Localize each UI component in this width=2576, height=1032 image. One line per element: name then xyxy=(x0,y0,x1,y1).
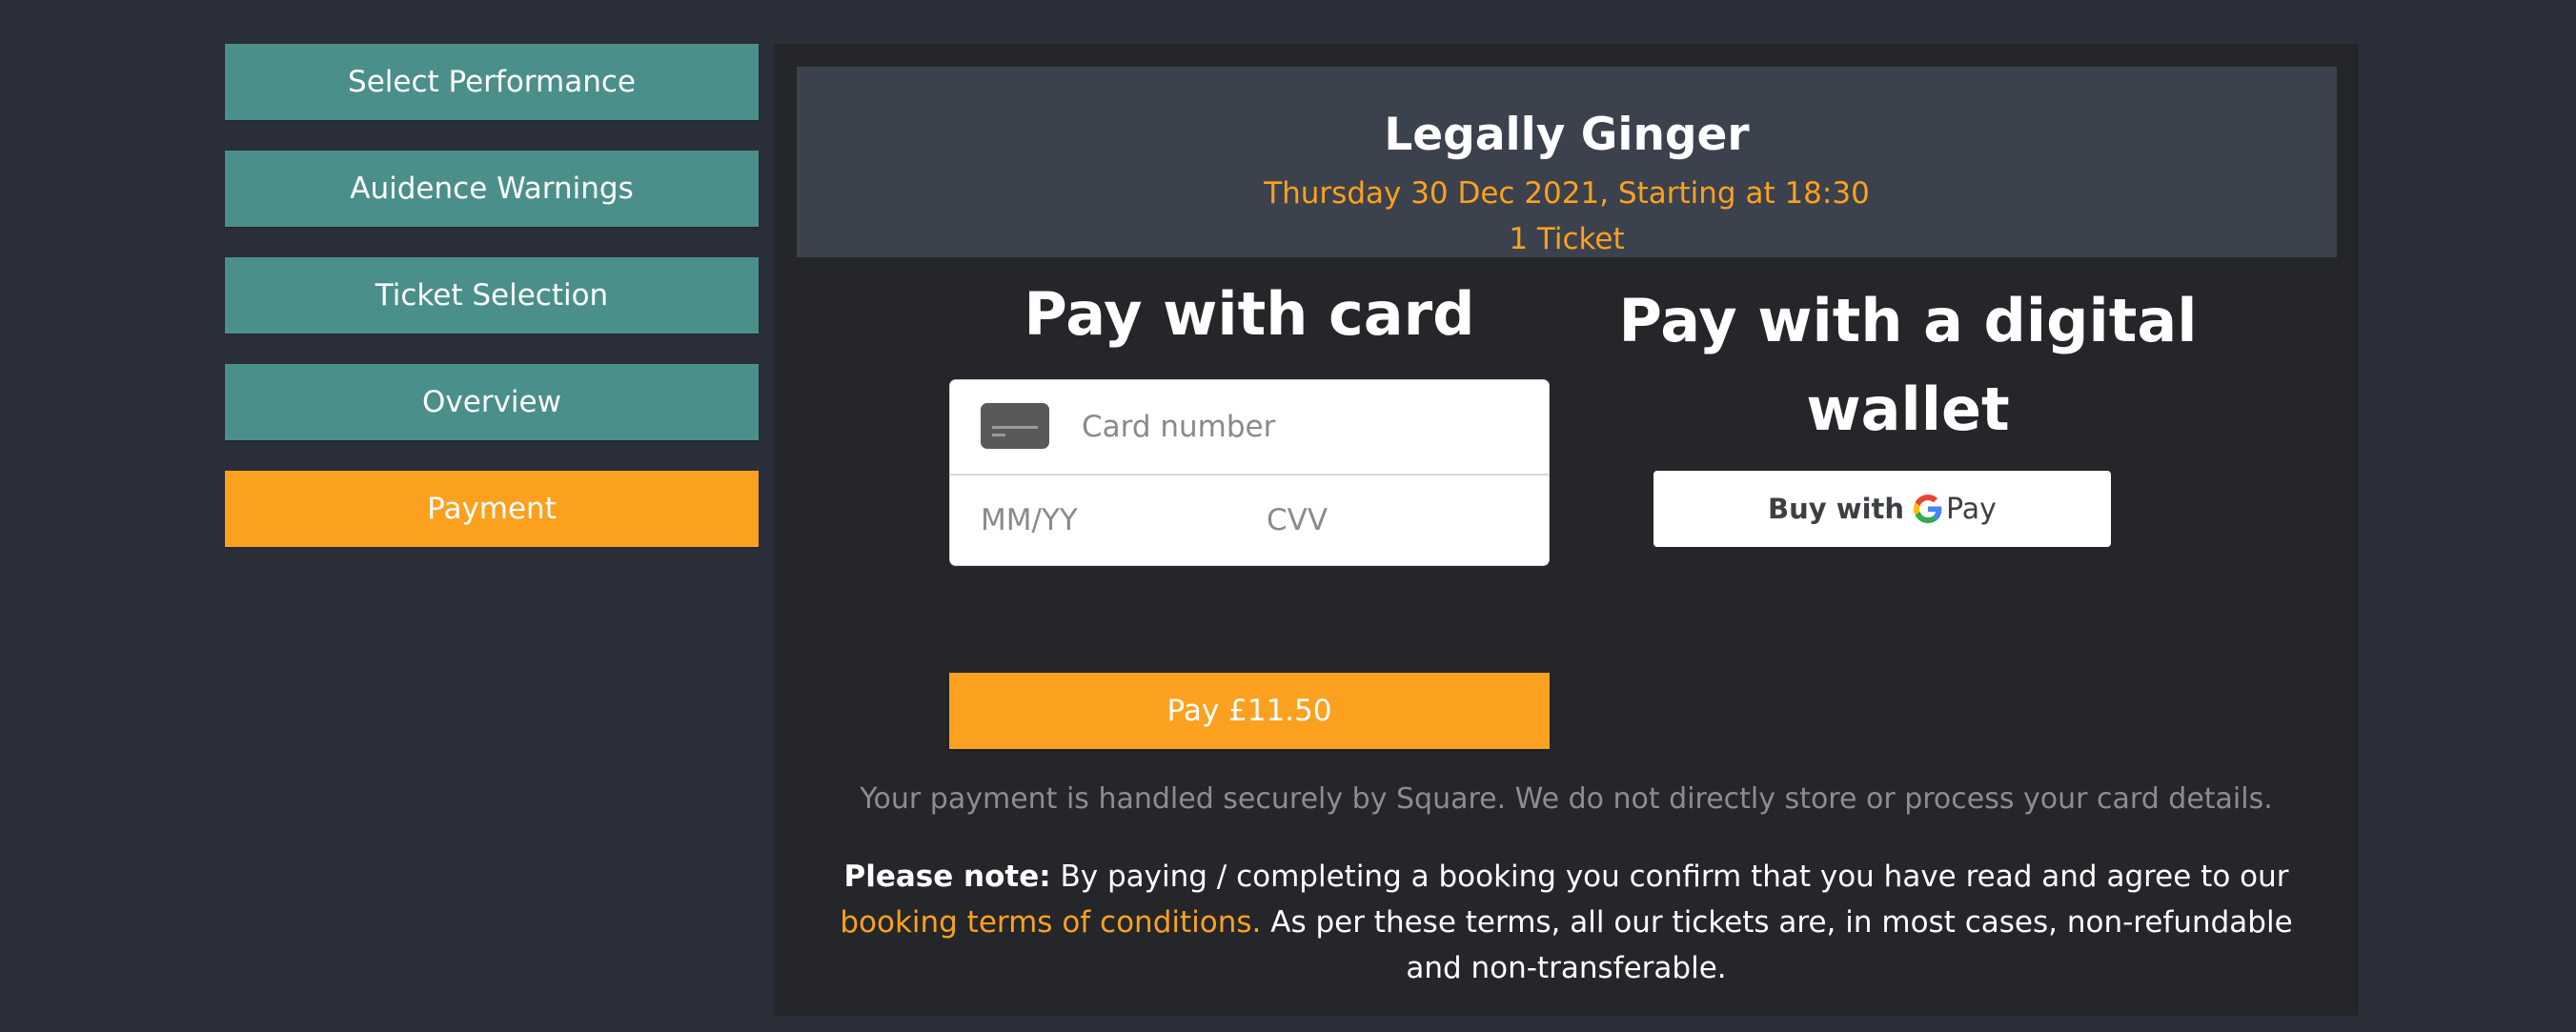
card-number-input[interactable]: Card number xyxy=(1082,409,1275,445)
pay-with-card-heading: Pay with card xyxy=(1024,279,1475,349)
ticket-count: 1 Ticket xyxy=(1509,222,1625,256)
card-expiry-input[interactable]: MM/YY xyxy=(981,502,1078,538)
step-ticket-selection[interactable]: Ticket Selection xyxy=(225,257,759,334)
step-select-performance[interactable]: Select Performance xyxy=(225,44,759,120)
card-entry-form: Card number MM/YY CVV xyxy=(949,379,1550,566)
payment-panel: Legally Ginger Thursday 30 Dec 2021, Sta… xyxy=(774,44,2359,1016)
terms-note-label: Please note: xyxy=(843,860,1051,894)
card-number-row: Card number xyxy=(950,380,1549,476)
booking-terms-link[interactable]: booking terms of conditions. xyxy=(840,905,1261,940)
card-cvv-input[interactable]: CVV xyxy=(1267,502,1328,538)
terms-note: Please note: By paying / completing a bo… xyxy=(812,854,2321,991)
checkout-steps-sidebar: Select Performance Auidence Warnings Tic… xyxy=(225,44,759,577)
gpay-buy-text: Buy with xyxy=(1768,493,1905,525)
step-audience-warnings[interactable]: Auidence Warnings xyxy=(225,151,759,227)
event-title: Legally Ginger xyxy=(1384,109,1750,161)
terms-note-text-1: By paying / completing a booking you con… xyxy=(1060,860,2289,894)
event-banner: Legally Ginger Thursday 30 Dec 2021, Sta… xyxy=(797,67,2337,257)
event-datetime: Thursday 30 Dec 2021, Starting at 18:30 xyxy=(1264,176,1870,211)
pay-button[interactable]: Pay £11.50 xyxy=(949,673,1550,749)
secure-payment-note: Your payment is handled securely by Squa… xyxy=(860,782,2273,816)
terms-note-text-2: As per these terms, all our tickets are,… xyxy=(1270,905,2293,985)
step-overview[interactable]: Overview xyxy=(225,364,759,440)
gpay-pay-text: Pay xyxy=(1946,492,1997,526)
google-pay-button[interactable]: Buy with Pay xyxy=(1653,471,2111,547)
step-payment[interactable]: Payment xyxy=(225,471,759,547)
wallet-heading-line1: Pay with a digital xyxy=(1618,286,2198,355)
pay-with-wallet-heading: Pay with a digital wallet xyxy=(1584,276,2232,454)
credit-card-icon xyxy=(981,403,1049,449)
google-g-icon xyxy=(1914,495,1942,523)
wallet-heading-line2: wallet xyxy=(1806,374,2010,444)
